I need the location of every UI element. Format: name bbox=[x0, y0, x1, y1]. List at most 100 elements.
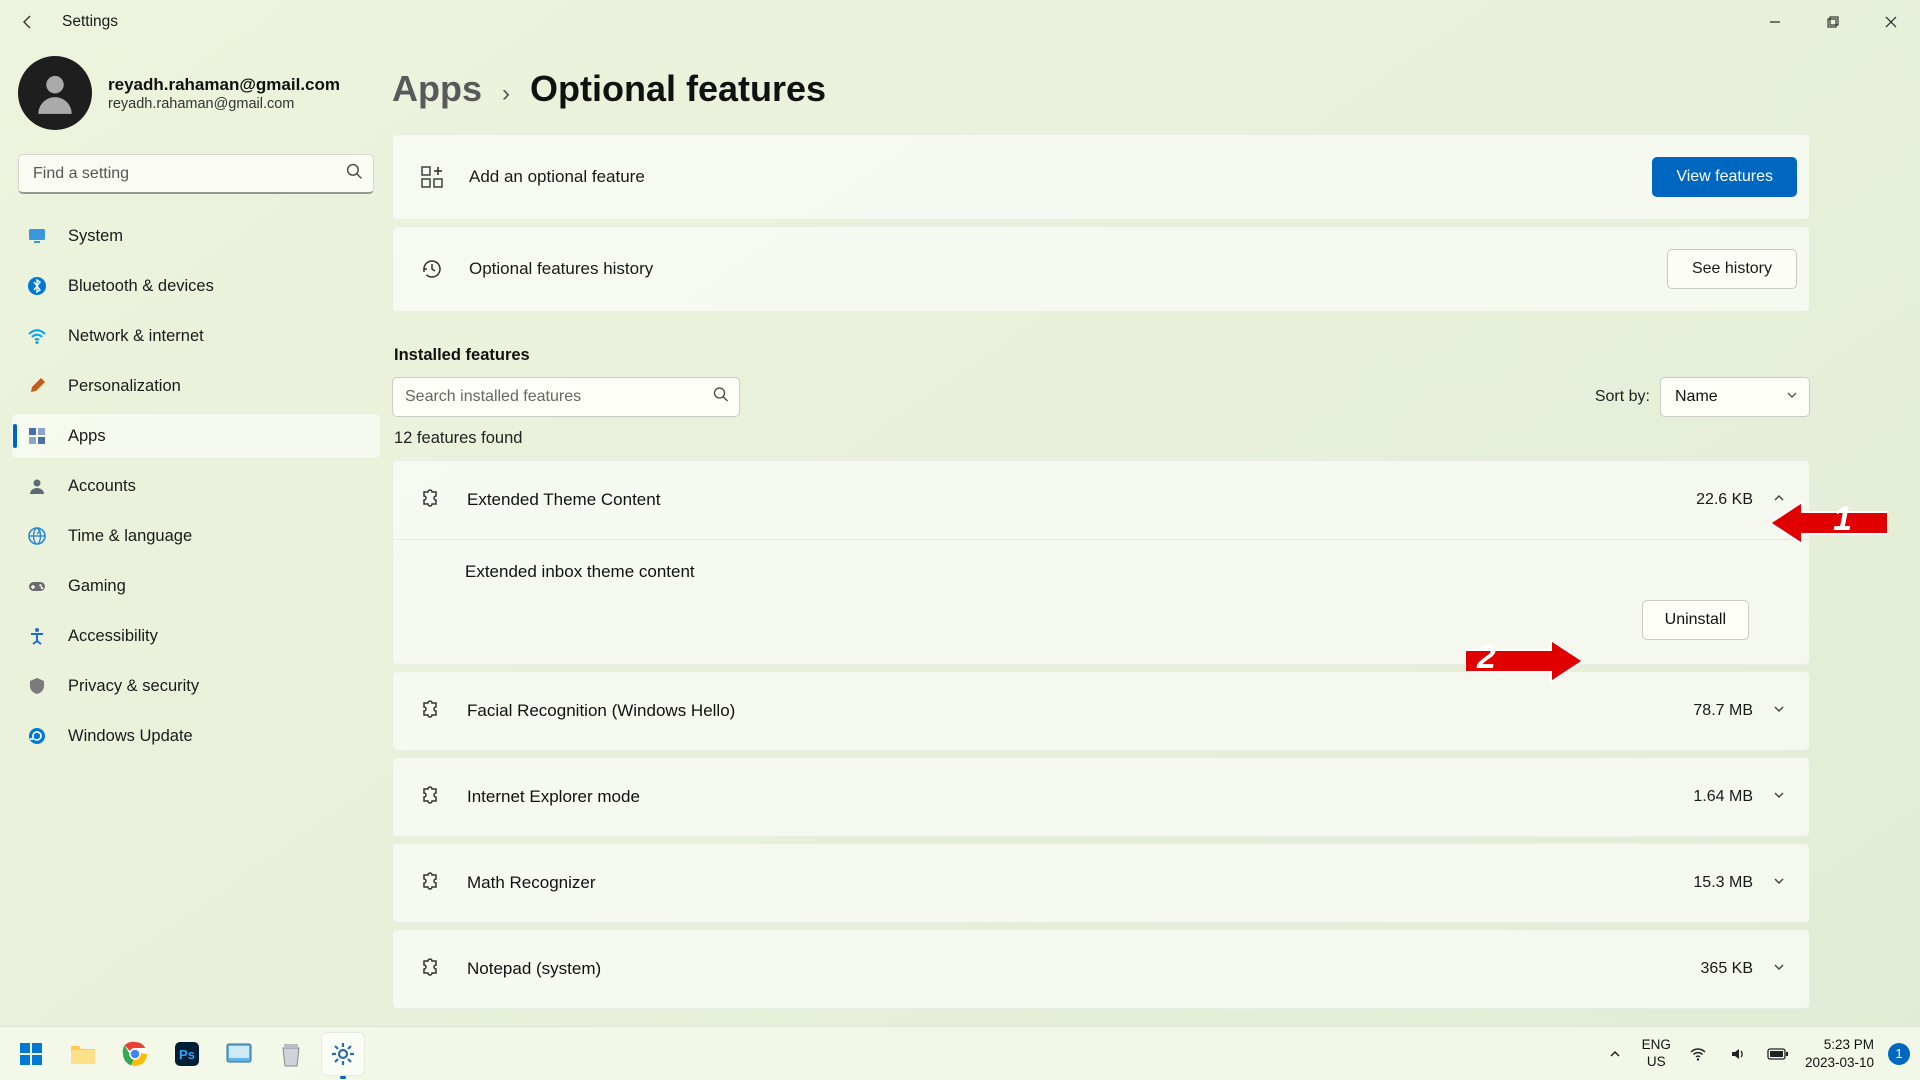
sidebar-item-accessibility[interactable]: Accessibility bbox=[12, 614, 380, 658]
sidebar-item-label: Privacy & security bbox=[68, 677, 199, 696]
sidebar-search bbox=[18, 154, 374, 194]
app-icon bbox=[225, 1042, 253, 1066]
breadcrumb: Apps › Optional features bbox=[392, 68, 1810, 110]
app-button-2[interactable] bbox=[270, 1033, 312, 1075]
add-icon bbox=[417, 162, 447, 192]
chevron-down-icon bbox=[1785, 388, 1799, 407]
sidebar-item-bluetooth-devices[interactable]: Bluetooth & devices bbox=[12, 264, 380, 308]
chevron-down-icon bbox=[1771, 873, 1787, 894]
sidebar: reyadh.rahaman@gmail.com reyadh.rahaman@… bbox=[0, 44, 392, 1026]
feature-header[interactable]: Notepad (system) 365 KB bbox=[393, 930, 1809, 1008]
search-input[interactable] bbox=[18, 154, 374, 194]
feature-header[interactable]: Math Recognizer 15.3 MB bbox=[393, 844, 1809, 922]
sidebar-item-label: Bluetooth & devices bbox=[68, 277, 214, 296]
window-controls bbox=[1746, 1, 1920, 43]
sort-select[interactable]: Name bbox=[1660, 377, 1810, 417]
puzzle-icon bbox=[417, 487, 443, 513]
sidebar-item-label: Apps bbox=[68, 427, 106, 446]
filter-row: Sort by: Name bbox=[392, 377, 1810, 417]
sidebar-item-network-internet[interactable]: Network & internet bbox=[12, 314, 380, 358]
sort-label: Sort by: bbox=[1595, 388, 1650, 406]
maximize-icon bbox=[1827, 16, 1839, 28]
annotation-label: 1 bbox=[1833, 500, 1852, 539]
feature-body: Extended inbox theme content Uninstall bbox=[393, 539, 1809, 664]
profile-text: reyadh.rahaman@gmail.com reyadh.rahaman@… bbox=[108, 75, 340, 112]
sidebar-item-label: Network & internet bbox=[68, 327, 204, 346]
monitor-icon bbox=[26, 225, 48, 247]
access-icon bbox=[26, 625, 48, 647]
folder-icon bbox=[69, 1042, 97, 1066]
feature-header[interactable]: Facial Recognition (Windows Hello) 78.7 … bbox=[393, 672, 1809, 750]
chrome-button[interactable] bbox=[114, 1033, 156, 1075]
history-card[interactable]: Optional features history See history bbox=[392, 226, 1810, 312]
notification-badge[interactable]: 1 bbox=[1888, 1043, 1910, 1065]
feature-size: 1.64 MB bbox=[1693, 788, 1753, 806]
windows-icon bbox=[17, 1040, 45, 1068]
sidebar-item-apps[interactable]: Apps bbox=[12, 414, 380, 458]
sidebar-item-privacy-security[interactable]: Privacy & security bbox=[12, 664, 380, 708]
sort-value: Name bbox=[1675, 388, 1718, 406]
view-features-button[interactable]: View features bbox=[1652, 157, 1797, 197]
wifi-button[interactable] bbox=[1685, 1041, 1711, 1067]
sidebar-item-label: Accessibility bbox=[68, 627, 158, 646]
photoshop-button[interactable]: Ps bbox=[166, 1033, 208, 1075]
chrome-icon bbox=[121, 1040, 149, 1068]
feature-header[interactable]: Extended Theme Content 22.6 KB bbox=[393, 461, 1809, 539]
annotation-arrow-1: 1 bbox=[1770, 498, 1858, 546]
sidebar-item-label: Time & language bbox=[68, 527, 192, 546]
user-icon bbox=[26, 475, 48, 497]
window-title: Settings bbox=[62, 13, 118, 31]
tray-chevron-button[interactable] bbox=[1602, 1041, 1628, 1067]
uninstall-button[interactable]: Uninstall bbox=[1642, 600, 1749, 640]
close-button[interactable] bbox=[1862, 1, 1920, 43]
sidebar-item-label: Windows Update bbox=[68, 727, 193, 746]
feature-item: Facial Recognition (Windows Hello) 78.7 … bbox=[392, 671, 1810, 751]
sidebar-item-accounts[interactable]: Accounts bbox=[12, 464, 380, 508]
add-feature-card[interactable]: Add an optional feature View features bbox=[392, 134, 1810, 220]
system-tray: ENGUS 5:23 PM2023-03-10 1 bbox=[1602, 1036, 1910, 1071]
see-history-button[interactable]: See history bbox=[1667, 249, 1797, 289]
features-list: Extended Theme Content 22.6 KB Extended … bbox=[392, 460, 1810, 1009]
explorer-button[interactable] bbox=[62, 1033, 104, 1075]
settings-button[interactable] bbox=[322, 1033, 364, 1075]
feature-item: Internet Explorer mode 1.64 MB bbox=[392, 757, 1810, 837]
language-indicator[interactable]: ENGUS bbox=[1642, 1037, 1671, 1069]
wifi-icon bbox=[26, 325, 48, 347]
clock[interactable]: 5:23 PM2023-03-10 bbox=[1805, 1036, 1874, 1071]
minimize-button[interactable] bbox=[1746, 1, 1804, 43]
puzzle-icon bbox=[417, 870, 443, 896]
feature-size: 365 KB bbox=[1701, 960, 1753, 978]
battery-icon bbox=[1767, 1047, 1789, 1061]
sidebar-item-system[interactable]: System bbox=[12, 214, 380, 258]
sidebar-item-windows-update[interactable]: Windows Update bbox=[12, 714, 380, 758]
volume-button[interactable] bbox=[1725, 1041, 1751, 1067]
installed-search-input[interactable] bbox=[392, 377, 740, 417]
sidebar-item-personalization[interactable]: Personalization bbox=[12, 364, 380, 408]
sidebar-item-gaming[interactable]: Gaming bbox=[12, 564, 380, 608]
app-button-1[interactable] bbox=[218, 1033, 260, 1075]
feature-name: Extended Theme Content bbox=[467, 490, 660, 510]
sidebar-item-label: Accounts bbox=[68, 477, 136, 496]
svg-text:Ps: Ps bbox=[179, 1047, 195, 1062]
maximize-button[interactable] bbox=[1804, 1, 1862, 43]
feature-size: 78.7 MB bbox=[1693, 702, 1753, 720]
globe-icon bbox=[26, 525, 48, 547]
feature-name: Internet Explorer mode bbox=[467, 787, 640, 807]
feature-header[interactable]: Internet Explorer mode 1.64 MB bbox=[393, 758, 1809, 836]
start-button[interactable] bbox=[10, 1033, 52, 1075]
breadcrumb-parent[interactable]: Apps bbox=[392, 68, 482, 110]
add-feature-label: Add an optional feature bbox=[469, 167, 645, 187]
sidebar-item-time-language[interactable]: Time & language bbox=[12, 514, 380, 558]
arrow-left-icon bbox=[20, 14, 36, 30]
nav: System Bluetooth & devices Network & inter… bbox=[12, 214, 380, 758]
back-button[interactable] bbox=[14, 8, 42, 36]
feature-item: Notepad (system) 365 KB bbox=[392, 929, 1810, 1009]
gear-icon bbox=[330, 1041, 356, 1067]
battery-button[interactable] bbox=[1765, 1041, 1791, 1067]
feature-size: 22.6 KB bbox=[1696, 491, 1753, 509]
wifi-icon bbox=[1689, 1045, 1707, 1063]
profile-block[interactable]: reyadh.rahaman@gmail.com reyadh.rahaman@… bbox=[12, 54, 380, 144]
profile-name: reyadh.rahaman@gmail.com bbox=[108, 75, 340, 95]
feature-name: Facial Recognition (Windows Hello) bbox=[467, 701, 735, 721]
chevron-up-icon bbox=[1608, 1047, 1622, 1061]
